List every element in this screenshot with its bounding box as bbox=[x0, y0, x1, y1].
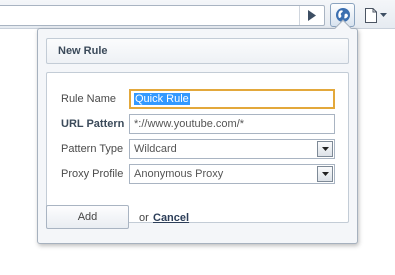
rule-form: Rule Name Quick Rule URL Pattern *://www… bbox=[46, 72, 349, 223]
pattern-type-dropdown-button[interactable] bbox=[317, 141, 333, 157]
pattern-type-row: Pattern Type Wildcard bbox=[47, 139, 350, 159]
browser-window: New Rule Rule Name Quick Rule URL Patter… bbox=[0, 0, 395, 275]
browser-toolbar bbox=[0, 0, 395, 29]
proxy-profile-label: Proxy Profile bbox=[61, 168, 124, 180]
new-rule-popup: New Rule Rule Name Quick Rule URL Patter… bbox=[37, 19, 358, 244]
popup-title: New Rule bbox=[46, 38, 349, 64]
page-menu-button[interactable] bbox=[359, 4, 393, 26]
proxy-profile-select[interactable]: Anonymous Proxy bbox=[129, 164, 335, 184]
rule-name-row: Rule Name Quick Rule bbox=[47, 89, 350, 109]
url-pattern-label: URL Pattern bbox=[61, 118, 125, 130]
chevron-down-icon bbox=[321, 147, 329, 151]
cancel-link[interactable]: Cancel bbox=[153, 212, 189, 224]
rule-name-value: Quick Rule bbox=[134, 93, 190, 105]
pattern-type-label: Pattern Type bbox=[61, 143, 124, 155]
pattern-type-value: Wildcard bbox=[134, 143, 177, 155]
go-button[interactable] bbox=[299, 6, 324, 25]
play-arrow-icon bbox=[308, 10, 316, 21]
proxy-profile-value: Anonymous Proxy bbox=[134, 168, 224, 180]
or-separator: or bbox=[139, 212, 149, 224]
proxy-profile-row: Proxy Profile Anonymous Proxy bbox=[47, 164, 350, 184]
add-button[interactable]: Add bbox=[46, 205, 129, 229]
chevron-down-icon bbox=[380, 13, 387, 17]
rule-name-input[interactable]: Quick Rule bbox=[129, 89, 335, 109]
proxy-profile-dropdown-button[interactable] bbox=[317, 166, 333, 182]
rule-name-label: Rule Name bbox=[61, 93, 117, 105]
url-pattern-value: *://www.youtube.com/* bbox=[134, 118, 245, 130]
chevron-down-icon bbox=[321, 172, 329, 176]
url-pattern-row: URL Pattern *://www.youtube.com/* bbox=[47, 114, 350, 134]
address-bar[interactable] bbox=[0, 5, 325, 26]
page-icon bbox=[365, 7, 377, 23]
url-pattern-input[interactable]: *://www.youtube.com/* bbox=[129, 114, 335, 134]
pattern-type-select[interactable]: Wildcard bbox=[129, 139, 335, 159]
